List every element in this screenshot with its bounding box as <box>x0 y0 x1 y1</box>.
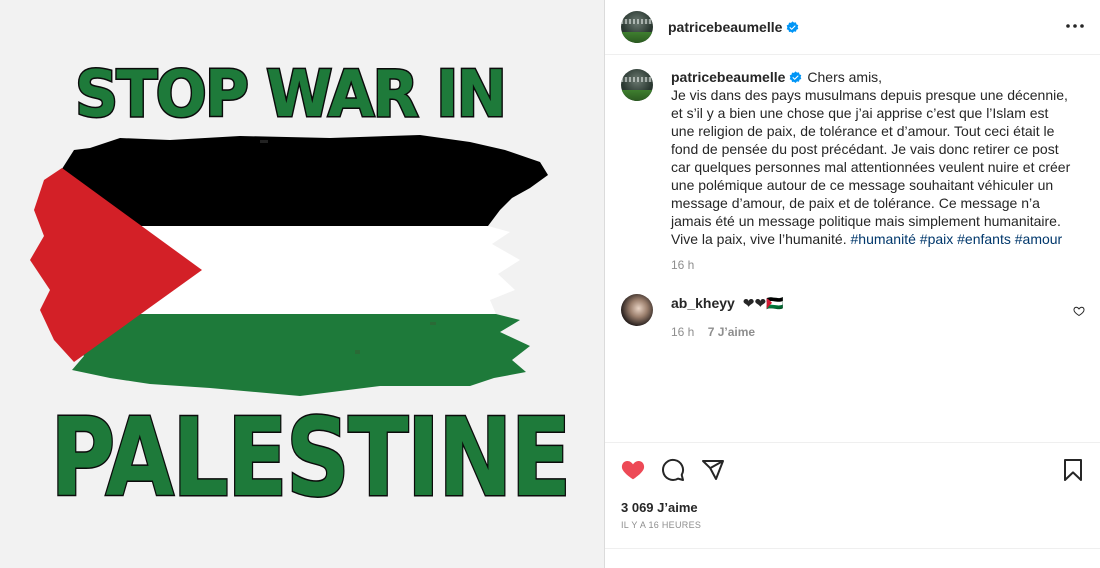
caption-username[interactable]: patricebeaumelle <box>671 69 785 85</box>
post-caption: patricebeaumelle Chers amis, Je vis dans… <box>621 68 1085 274</box>
verified-icon <box>786 20 799 34</box>
likes-count[interactable]: 3 069 J’aime <box>621 500 698 515</box>
caption-meta: 16 h <box>671 256 1071 274</box>
caption-text: Chers amis, Je vis dans des pays musulma… <box>671 69 1071 247</box>
post-details-panel: patricebeaumelle patricebeaumelle Chers … <box>604 0 1100 568</box>
hashtag-link[interactable]: #amour <box>1015 231 1062 247</box>
verified-icon <box>789 71 802 84</box>
commenter-avatar[interactable] <box>621 294 653 326</box>
post-image[interactable]: STOP WAR IN PALESTINE <box>0 0 604 568</box>
hashtag-link[interactable]: #paix <box>920 231 953 247</box>
add-comment-section <box>605 548 1100 568</box>
comment-body: ab_kheyy ❤❤🇵🇸 16 h 7 J’aime <box>671 294 784 341</box>
share-icon[interactable] <box>701 458 725 487</box>
comment-likes[interactable]: 7 J’aime <box>708 325 755 339</box>
author-avatar[interactable] <box>621 11 653 43</box>
post-header: patricebeaumelle <box>605 0 1100 55</box>
post-timestamp[interactable]: IL Y A 16 HEURES <box>621 520 701 530</box>
caption-author-avatar[interactable] <box>621 69 653 101</box>
caption-body: patricebeaumelle Chers amis, Je vis dans… <box>671 68 1071 274</box>
comment-item: ab_kheyy ❤❤🇵🇸 16 h 7 J’aime <box>621 294 1085 341</box>
hashtag-link[interactable]: #enfants <box>957 231 1011 247</box>
post-actions: 3 069 J’aime IL Y A 16 HEURES <box>605 442 1100 548</box>
more-options-icon[interactable] <box>1063 14 1087 38</box>
comment-like-icon[interactable] <box>1073 304 1085 322</box>
comment-text: ❤❤🇵🇸 <box>742 295 784 311</box>
hashtag-link[interactable]: #humanité <box>851 231 916 247</box>
author-username[interactable]: patricebeaumelle <box>668 19 782 35</box>
bookmark-icon[interactable] <box>1061 458 1085 487</box>
comment-timestamp[interactable]: 16 h <box>671 325 694 339</box>
comment-meta: 16 h 7 J’aime <box>671 323 784 341</box>
poster-country: PALESTINE <box>49 395 572 523</box>
heart-icon[interactable] <box>621 458 645 487</box>
commenter-username[interactable]: ab_kheyy <box>671 295 735 311</box>
caption-timestamp[interactable]: 16 h <box>671 258 694 272</box>
poster-headline: STOP WAR IN <box>74 57 509 134</box>
comment-icon[interactable] <box>661 458 685 487</box>
